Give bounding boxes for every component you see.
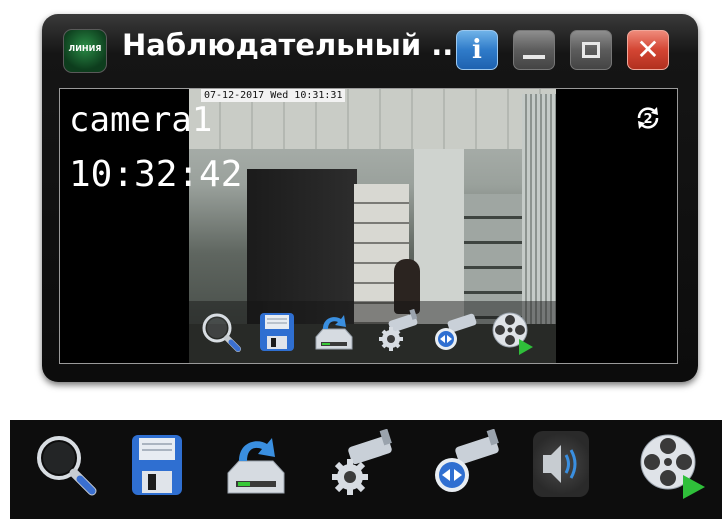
toolbar-sound-button[interactable] (533, 431, 589, 497)
toolbar-zoom-button[interactable] (30, 429, 102, 501)
close-button[interactable]: ✕ (627, 30, 669, 70)
zoom-button[interactable] (198, 309, 244, 355)
magnifier-icon (202, 313, 241, 352)
archive-download-icon (315, 315, 353, 350)
camera-ptz-icon (435, 428, 499, 492)
info-icon: i (472, 35, 482, 65)
toolbar-playback-button[interactable] (635, 429, 707, 501)
camera-ptz-icon (435, 313, 477, 350)
camera-settings-icon (379, 308, 418, 351)
close-icon: ✕ (636, 33, 660, 66)
film-reel-play-icon (492, 312, 533, 355)
toolbar-preview (10, 420, 722, 519)
camera-settings-button[interactable] (375, 308, 421, 355)
camera-clock: 10:32:42 (69, 154, 243, 195)
archive-download-icon (227, 438, 285, 494)
minimize-icon (523, 55, 545, 59)
minimize-button[interactable] (513, 30, 555, 70)
speaker-icon (543, 445, 577, 483)
feed-timestamp: 07-12-2017 Wed 10:31:31 (201, 89, 346, 102)
info-button[interactable]: i (456, 30, 498, 70)
svg-text:2: 2 (643, 112, 652, 127)
film-reel-play-icon (640, 434, 705, 499)
app-logo: ЛИНИЯ (63, 29, 107, 73)
app-logo-text: ЛИНИЯ (68, 44, 102, 53)
camera-window: ЛИНИЯ Наблюдательный ... i ✕ 07-12-2017 … (42, 14, 698, 382)
maximize-button[interactable] (570, 30, 612, 70)
window-title: Наблюдательный ... (122, 28, 465, 62)
playback-button[interactable] (489, 309, 535, 355)
video-toolbar (189, 301, 556, 363)
maximize-icon (582, 42, 600, 58)
toolbar-camera-settings-button[interactable] (325, 428, 397, 501)
camera-settings-icon (332, 428, 392, 495)
toolbar-save-button[interactable] (120, 429, 192, 501)
video-view[interactable]: 07-12-2017 Wed 10:31:31 camera1 10:32:42… (59, 88, 678, 364)
floppy-disk-icon (132, 435, 182, 495)
magnifier-icon (37, 436, 97, 496)
floppy-disk-icon (260, 313, 294, 351)
toolbar-archive-button[interactable] (220, 429, 292, 501)
camera-name: camera1 (69, 100, 213, 140)
camera-number-icon[interactable]: 2 (633, 103, 663, 133)
archive-button[interactable] (311, 309, 357, 355)
title-bar[interactable]: ЛИНИЯ Наблюдательный ... i ✕ (42, 14, 698, 80)
toolbar-ptz-control-button[interactable] (430, 428, 502, 501)
save-button[interactable] (254, 309, 300, 355)
ptz-control-button[interactable] (432, 309, 478, 355)
